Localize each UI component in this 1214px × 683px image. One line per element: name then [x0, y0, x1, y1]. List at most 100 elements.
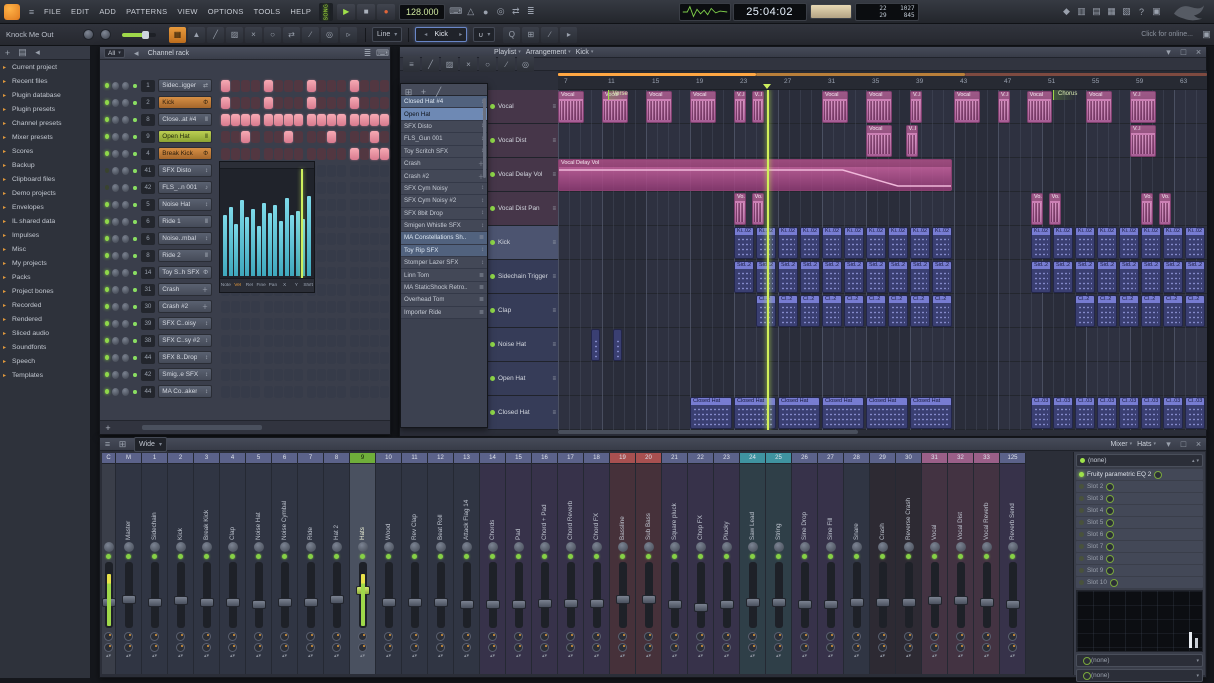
eq-knob[interactable]: [956, 643, 965, 652]
step-cell[interactable]: [317, 351, 326, 364]
mixer-insert-number[interactable]: 7: [298, 453, 323, 464]
step-cell[interactable]: [337, 283, 346, 296]
channel-mute-dot[interactable]: [133, 117, 137, 122]
velocity-bar[interactable]: [250, 208, 256, 276]
playlist-clip[interactable]: Vo..n: [1141, 193, 1154, 225]
step-cell[interactable]: [317, 96, 326, 109]
step-cell[interactable]: [337, 317, 346, 330]
slot-mix-knob[interactable]: [1154, 470, 1163, 479]
step-cell[interactable]: [360, 334, 369, 347]
channel-button[interactable]: Close..at #4 Ⅱ: [158, 113, 212, 126]
playlist-clip[interactable]: Vocal: [1026, 91, 1053, 123]
mute-led[interactable]: [984, 554, 989, 559]
step-cell[interactable]: [274, 317, 283, 330]
playlist-grid[interactable]: VerseChorusVocalVocalVocalVocalV..lV..lV…: [558, 90, 1207, 430]
route-arrows-icon[interactable]: ▴▾: [334, 654, 339, 659]
step-cell[interactable]: [284, 79, 293, 92]
record-button[interactable]: ●: [377, 3, 396, 20]
velocity-bar[interactable]: [234, 223, 239, 276]
volume-fader[interactable]: [797, 562, 812, 628]
step-cell[interactable]: [360, 147, 369, 160]
step-cell[interactable]: [380, 79, 389, 92]
step-cell[interactable]: [307, 368, 316, 381]
playlist-clip[interactable]: Closed Hat: [910, 397, 952, 429]
playlist-clip[interactable]: Ki..02: [932, 227, 952, 259]
playlist-clip[interactable]: Cl..03: [1053, 397, 1073, 429]
mixer-strip[interactable]: 11 Rev Clap ▴▾: [402, 453, 428, 674]
eq-knob[interactable]: [436, 643, 445, 652]
channel-button[interactable]: Noise Hat ↕: [158, 198, 212, 211]
stereo-sep-knob[interactable]: [358, 632, 367, 641]
step-cell[interactable]: [360, 317, 369, 330]
velocity-bar[interactable]: [278, 221, 284, 276]
browser-item[interactable]: ▸ Speech: [0, 354, 90, 368]
mixer-window-icon[interactable]: ▥: [1074, 4, 1089, 20]
fader-handle[interactable]: [589, 598, 604, 608]
track-header[interactable]: Sidechain Trigger ≡: [488, 260, 558, 294]
mute-led[interactable]: [464, 554, 469, 559]
mixer-strip[interactable]: 25 String ▴▾: [766, 453, 792, 674]
channel-filter-dropdown[interactable]: All ▾: [104, 48, 125, 58]
mixer-strip[interactable]: 13 Attack Flag 14 ▴▾: [454, 453, 480, 674]
mute-led[interactable]: [334, 554, 339, 559]
step-cell[interactable]: [317, 147, 326, 160]
fx-top-selector[interactable]: (none) ▴ ▾: [1076, 454, 1203, 467]
slot-mix-knob[interactable]: [1106, 542, 1115, 551]
playlist-clip[interactable]: Vocal: [954, 91, 980, 123]
step-cell[interactable]: [337, 249, 346, 262]
playlist-clip[interactable]: Cl..2: [800, 295, 820, 327]
velocity-bar[interactable]: [239, 200, 244, 276]
mixer-layout-dropdown[interactable]: Wide ▾: [134, 436, 167, 452]
step-cell[interactable]: [274, 351, 283, 364]
stereo-sep-knob[interactable]: [150, 632, 159, 641]
fader-handle[interactable]: [225, 598, 240, 608]
step-cell[interactable]: [380, 96, 389, 109]
step-cell[interactable]: [370, 164, 379, 177]
browser-item[interactable]: ▸ Soundfonts: [0, 340, 90, 354]
volume-fader[interactable]: [433, 562, 448, 628]
channel-mixer-number[interactable]: 39: [140, 317, 156, 330]
route-arrows-icon[interactable]: ▴▾: [360, 654, 365, 659]
maximize-button[interactable]: □: [1176, 44, 1191, 60]
channel-pan-knob[interactable]: [112, 353, 120, 362]
mixer-strip[interactable]: 1 Sidechain ▴▾: [142, 453, 168, 674]
playlist-clip[interactable]: Cl..2: [910, 295, 930, 327]
mixer-insert-number[interactable]: 14: [480, 453, 505, 464]
step-cell[interactable]: [241, 334, 250, 347]
browser-item[interactable]: ▸ Misc: [0, 242, 90, 256]
menu-view[interactable]: VIEW: [172, 7, 202, 16]
volume-fader[interactable]: [381, 562, 396, 628]
fader-handle[interactable]: [823, 600, 838, 610]
mixer-strip[interactable]: 3 Break Kick ▴▾: [194, 453, 220, 674]
pan-knob[interactable]: [539, 542, 550, 552]
playlist-clip[interactable]: Ki..02: [1075, 227, 1095, 259]
volume-fader[interactable]: [771, 562, 786, 628]
volume-fader[interactable]: [615, 562, 630, 628]
channel-led[interactable]: [105, 236, 110, 241]
track-header[interactable]: Vocal ≡: [488, 90, 558, 124]
mixer-menu-icon[interactable]: ≡: [100, 436, 115, 452]
route-arrows-icon[interactable]: ▴▾: [204, 654, 209, 659]
step-cell[interactable]: [360, 283, 369, 296]
route-arrows-icon[interactable]: ▴▾: [776, 654, 781, 659]
step-cell[interactable]: [221, 300, 230, 313]
mixer-strip[interactable]: 24 Saw Lead ▴▾: [740, 453, 766, 674]
step-cell[interactable]: [274, 385, 283, 398]
channel-volume-knob[interactable]: [122, 353, 130, 362]
step-cell[interactable]: [370, 113, 379, 126]
step-cell[interactable]: [251, 351, 260, 364]
channel-button[interactable]: Sidec..igger ⇄: [158, 79, 212, 92]
minimize-button[interactable]: ▾: [1161, 436, 1176, 452]
step-cell[interactable]: [251, 317, 260, 330]
channel-volume-knob[interactable]: [122, 166, 130, 175]
playlist-clip[interactable]: Ki..02: [756, 227, 776, 259]
mute-led[interactable]: [152, 554, 157, 559]
eq-knob[interactable]: [104, 643, 113, 652]
channel-led[interactable]: [105, 185, 110, 190]
pan-knob[interactable]: [721, 542, 732, 552]
pointer-tool-icon[interactable]: ▲: [188, 26, 205, 43]
playlist-clip[interactable]: Sid..2: [910, 261, 930, 293]
playlist-clip[interactable]: Ki..02: [1053, 227, 1073, 259]
step-cell[interactable]: [274, 96, 283, 109]
stereo-sep-knob[interactable]: [826, 632, 835, 641]
